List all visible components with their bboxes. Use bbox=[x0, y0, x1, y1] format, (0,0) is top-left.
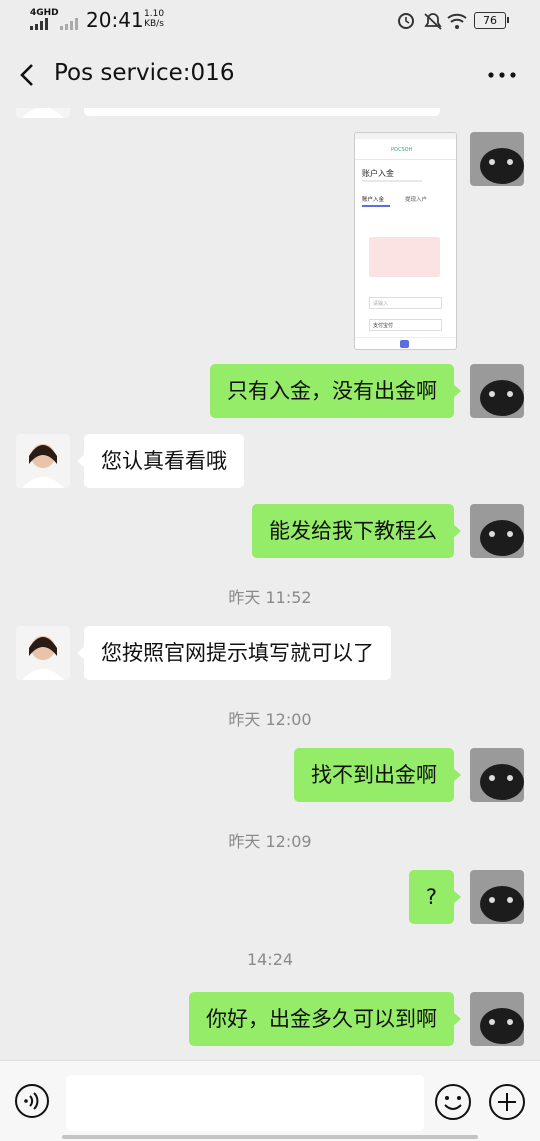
message-bubble-sent[interactable]: 只有入金，没有出金啊 bbox=[210, 364, 461, 418]
chat-title: Pos service:016 bbox=[54, 60, 235, 86]
wifi-icon bbox=[447, 13, 467, 29]
alarm-icon bbox=[398, 13, 414, 29]
timestamp: 昨天 12:00 bbox=[228, 710, 312, 729]
contact-avatar[interactable] bbox=[16, 626, 70, 680]
thumb-title: 账户入金 bbox=[362, 169, 394, 178]
thumb-tab-1: 账户入金 bbox=[362, 197, 385, 203]
chat-header: Pos service:016 bbox=[0, 42, 540, 108]
thumb-tab-2: 提现入户 bbox=[405, 197, 428, 203]
net-speed: 1.10 KB/s bbox=[144, 9, 165, 29]
message-bubble-sent[interactable]: 你好，出金多久可以到啊 bbox=[189, 992, 461, 1046]
status-bar: 4GHD 20:41 1.10 KB/s 76 bbox=[0, 0, 540, 42]
timestamp: 昨天 11:52 bbox=[228, 588, 312, 607]
thumb-bottom-bar bbox=[355, 337, 456, 349]
my-avatar[interactable] bbox=[470, 364, 524, 418]
signal-2-icon bbox=[60, 18, 78, 30]
plus-icon[interactable] bbox=[488, 1083, 526, 1121]
thumb-select: 支付宝付 bbox=[369, 319, 442, 331]
thumb-input: 请输入 bbox=[369, 297, 442, 309]
contact-avatar[interactable] bbox=[16, 108, 70, 118]
my-avatar[interactable] bbox=[470, 748, 524, 802]
signal-icon bbox=[30, 18, 48, 30]
my-avatar[interactable] bbox=[470, 992, 524, 1046]
mute-bell-icon bbox=[424, 13, 442, 30]
timestamp: 昨天 12:09 bbox=[228, 832, 312, 851]
clock: 20:41 bbox=[86, 8, 144, 32]
my-avatar[interactable] bbox=[470, 504, 524, 558]
home-indicator[interactable] bbox=[62, 1135, 478, 1139]
message-list[interactable]: POCSOH 账户入金 账户入金 提现入户 请输入 支付宝付 只有入金，没有出金… bbox=[0, 108, 540, 1060]
my-avatar[interactable] bbox=[470, 132, 524, 186]
battery-indicator: 76 bbox=[474, 12, 509, 29]
message-bubble-received[interactable]: 您按照官网提示填写就可以了 bbox=[77, 626, 391, 680]
image-message[interactable]: POCSOH 账户入金 账户入金 提现入户 请输入 支付宝付 bbox=[354, 132, 457, 350]
emoji-icon[interactable] bbox=[434, 1083, 472, 1121]
my-avatar[interactable] bbox=[470, 870, 524, 924]
more-options-icon[interactable] bbox=[486, 60, 518, 90]
message-bubble-sent[interactable]: 找不到出金啊 bbox=[294, 748, 461, 802]
message-bubble-received[interactable]: 您认真看看哦 bbox=[77, 434, 244, 488]
thumb-notice bbox=[369, 237, 440, 277]
status-icons bbox=[398, 13, 467, 30]
contact-avatar[interactable] bbox=[16, 434, 70, 488]
voice-icon[interactable] bbox=[14, 1083, 50, 1119]
message-input[interactable] bbox=[66, 1075, 424, 1131]
back-icon[interactable] bbox=[14, 60, 42, 90]
message-bubble-partial[interactable] bbox=[84, 108, 440, 116]
network-type: 4GHD bbox=[30, 8, 59, 18]
message-bubble-sent[interactable]: ? bbox=[408, 870, 462, 924]
timestamp: 14:24 bbox=[246, 950, 294, 969]
chat-input-bar bbox=[0, 1060, 540, 1141]
message-bubble-sent[interactable]: 能发给我下教程么 bbox=[252, 504, 461, 558]
